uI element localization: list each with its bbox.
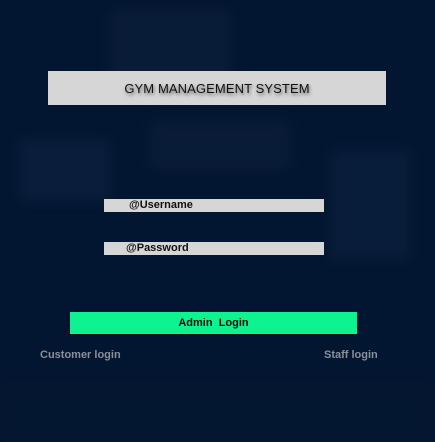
staff-login-link[interactable]: Staff login: [324, 349, 378, 361]
title-banner: GYM MANAGEMENT SYSTEM: [48, 71, 386, 105]
background-image-region: [110, 10, 230, 80]
app-title: GYM MANAGEMENT SYSTEM: [124, 80, 310, 96]
background-image-region: [330, 150, 410, 260]
login-window: GYM MANAGEMENT SYSTEM Admin Login Custom…: [0, 0, 435, 442]
admin-login-button[interactable]: Admin Login: [70, 312, 357, 334]
background-image-region: [20, 140, 110, 200]
customer-login-link[interactable]: Customer login: [40, 349, 121, 361]
background-image-region: [150, 120, 290, 170]
username-field[interactable]: [104, 199, 324, 212]
background-image-region: [0, 380, 435, 442]
password-field[interactable]: [104, 242, 324, 255]
